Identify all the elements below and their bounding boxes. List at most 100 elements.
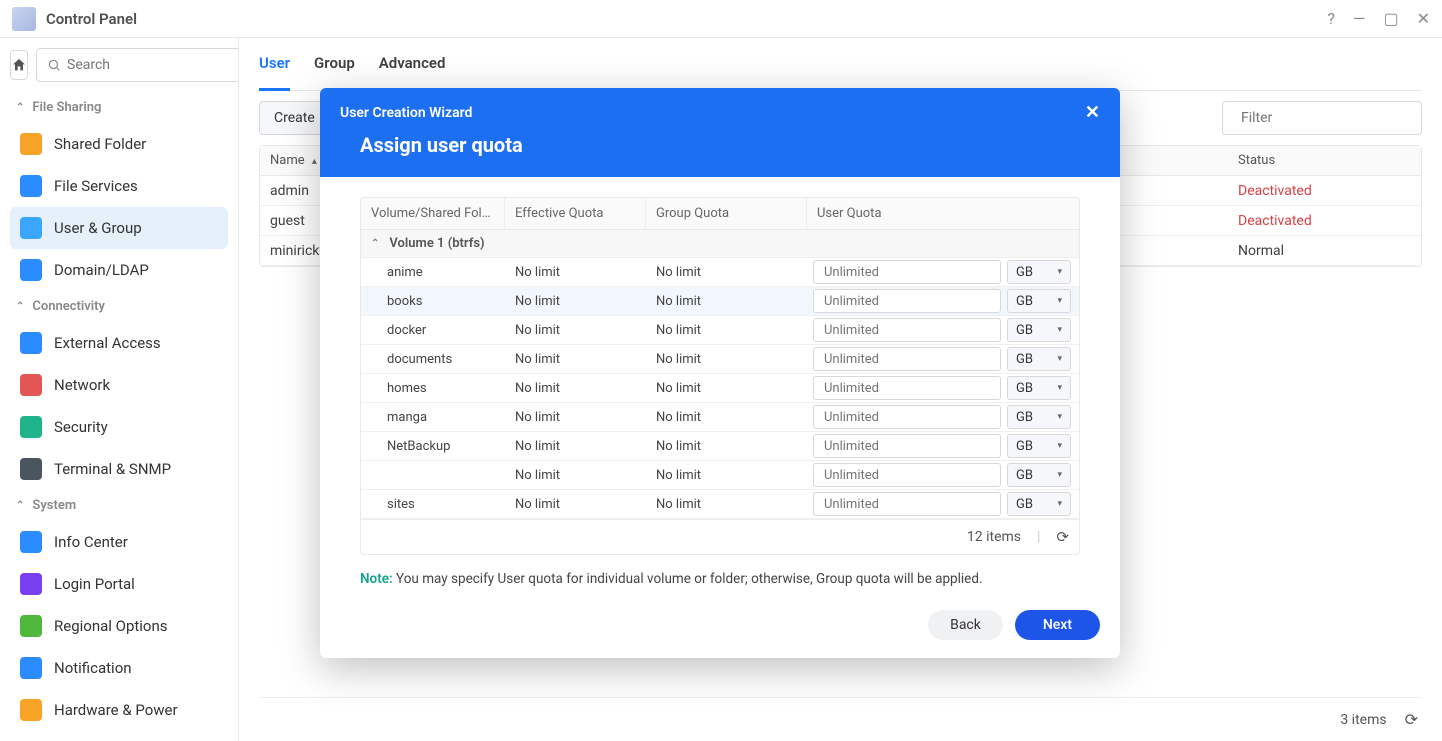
section-header[interactable]: ⌃System: [10, 490, 228, 521]
quota-row[interactable]: homesNo limitNo limitGB▾: [361, 374, 1079, 403]
search-input[interactable]: [67, 57, 239, 73]
sidebar-item-icon: [20, 374, 42, 396]
filter-input[interactable]: [1241, 110, 1419, 126]
quota-unit-select[interactable]: GB▾: [1007, 347, 1071, 371]
quota-row[interactable]: mangaNo limitNo limitGB▾: [361, 403, 1079, 432]
col-group-quota[interactable]: Group Quota: [646, 198, 807, 229]
refresh-icon[interactable]: ⟳: [1056, 528, 1069, 546]
quota-row[interactable]: documentsNo limitNo limitGB▾: [361, 345, 1079, 374]
sidebar-item-notification[interactable]: Notification: [10, 647, 228, 689]
sidebar-item-icon: [20, 416, 42, 438]
quota-row[interactable]: sitesNo limitNo limitGB▾: [361, 490, 1079, 519]
section-header[interactable]: ⌃Connectivity: [10, 291, 228, 322]
quota-unit-select[interactable]: GB▾: [1007, 376, 1071, 400]
app-icon: [12, 7, 36, 31]
quota-input[interactable]: [813, 463, 1001, 487]
quota-row[interactable]: No limitNo limit GB▾: [361, 461, 1079, 490]
modal-footer: Back Next: [320, 596, 1120, 658]
col-status-header[interactable]: Status: [1230, 153, 1421, 168]
quota-input[interactable]: [813, 405, 1001, 429]
refresh-icon[interactable]: ⟳: [1405, 710, 1418, 729]
quota-cell-user: GB▾: [807, 432, 1079, 460]
quota-input[interactable]: [813, 289, 1001, 313]
home-button[interactable]: [10, 50, 28, 80]
quota-row[interactable]: animeNo limitNo limitGB▾: [361, 258, 1079, 287]
modal-close-icon[interactable]: ✕: [1085, 102, 1100, 123]
quota-cell-group: No limit: [646, 468, 807, 483]
maximize-icon[interactable]: ▢: [1383, 9, 1398, 28]
quota-cell-group: No limit: [646, 439, 807, 454]
sidebar-item-label: Security: [54, 418, 108, 436]
quota-input[interactable]: [813, 492, 1001, 516]
quota-unit-select[interactable]: GB▾: [1007, 492, 1071, 516]
quota-cell-name: anime: [361, 265, 505, 280]
quota-group-row[interactable]: ⌃ Volume 1 (btrfs): [361, 230, 1079, 258]
sidebar-item-login-portal[interactable]: Login Portal: [10, 563, 228, 605]
quota-cell-group: No limit: [646, 497, 807, 512]
tab-user[interactable]: User: [259, 54, 290, 91]
unit-label: GB: [1016, 323, 1033, 338]
next-button[interactable]: Next: [1015, 610, 1100, 640]
sidebar-item-external-access[interactable]: External Access: [10, 322, 228, 364]
quota-row[interactable]: dockerNo limitNo limitGB▾: [361, 316, 1079, 345]
quota-row[interactable]: NetBackupNo limitNo limitGB▾: [361, 432, 1079, 461]
unit-label: GB: [1016, 468, 1033, 483]
help-icon[interactable]: ?: [1327, 9, 1335, 28]
step-title: Assign user quota: [340, 133, 1100, 163]
quota-table-footer: 12 items | ⟳: [361, 519, 1079, 554]
wizard-title: User Creation Wizard: [340, 105, 472, 121]
tab-group[interactable]: Group: [314, 54, 355, 80]
quota-cell-user: GB▾: [807, 461, 1079, 489]
sidebar-item-file-services[interactable]: File Services: [10, 165, 228, 207]
back-button[interactable]: Back: [928, 610, 1003, 640]
sidebar-item-domain-ldap[interactable]: Domain/LDAP: [10, 249, 228, 291]
quota-unit-select[interactable]: GB▾: [1007, 260, 1071, 284]
quota-unit-select[interactable]: GB▾: [1007, 289, 1071, 313]
col-user-quota[interactable]: User Quota: [807, 198, 1079, 229]
quota-input[interactable]: [813, 318, 1001, 342]
quota-input[interactable]: [813, 260, 1001, 284]
quota-cell-group: No limit: [646, 294, 807, 309]
quota-row[interactable]: booksNo limitNo limitGB▾: [361, 287, 1079, 316]
quota-unit-select[interactable]: GB▾: [1007, 434, 1071, 458]
quota-cell-group: No limit: [646, 352, 807, 367]
sidebar-search[interactable]: [36, 48, 239, 82]
sort-icon: ▴: [312, 156, 317, 167]
sidebar-item-icon: [20, 217, 42, 239]
sidebar-item-regional-options[interactable]: Regional Options: [10, 605, 228, 647]
quota-unit-select[interactable]: GB▾: [1007, 405, 1071, 429]
sidebar-item-info-center[interactable]: Info Center: [10, 521, 228, 563]
quota-input[interactable]: [813, 434, 1001, 458]
sidebar-item-icon: [20, 175, 42, 197]
quota-cell-user: GB▾: [807, 258, 1079, 286]
cell-status: Deactivated: [1230, 213, 1421, 229]
close-icon[interactable]: ✕: [1417, 9, 1430, 28]
quota-unit-select[interactable]: GB▾: [1007, 463, 1071, 487]
filter-field[interactable]: [1222, 101, 1422, 135]
chevron-up-icon: ⌃: [16, 500, 24, 511]
sidebar-item-hardware-power[interactable]: Hardware & Power: [10, 689, 228, 731]
quota-cell-group: No limit: [646, 410, 807, 425]
chevron-down-icon: ▾: [1057, 267, 1062, 277]
col-volume-shared-folder[interactable]: Volume/Shared Fol…: [361, 198, 505, 229]
col-effective-quota[interactable]: Effective Quota: [505, 198, 646, 229]
section-header[interactable]: ⌃File Sharing: [10, 92, 228, 123]
sidebar-item-security[interactable]: Security: [10, 406, 228, 448]
quota-unit-select[interactable]: GB▾: [1007, 318, 1071, 342]
sidebar-item-shared-folder[interactable]: Shared Folder: [10, 123, 228, 165]
sidebar-item-label: Terminal & SNMP: [54, 460, 171, 478]
quota-input[interactable]: [813, 376, 1001, 400]
chevron-down-icon: ▾: [1057, 499, 1062, 509]
tab-advanced[interactable]: Advanced: [379, 54, 446, 80]
sidebar-item-user-group[interactable]: User & Group: [10, 207, 228, 249]
minimize-icon[interactable]: —: [1353, 9, 1366, 28]
quota-cell-effective: No limit: [505, 468, 646, 483]
quota-header: Volume/Shared Fol… Effective Quota Group…: [361, 198, 1079, 230]
sidebar-item-terminal-snmp[interactable]: Terminal & SNMP: [10, 448, 228, 490]
chevron-up-icon: ⌃: [16, 102, 24, 113]
sidebar-item-network[interactable]: Network: [10, 364, 228, 406]
quota-input[interactable]: [813, 347, 1001, 371]
create-label: Create: [274, 110, 315, 126]
search-icon: [47, 58, 61, 72]
quota-cell-name: documents: [361, 352, 505, 367]
